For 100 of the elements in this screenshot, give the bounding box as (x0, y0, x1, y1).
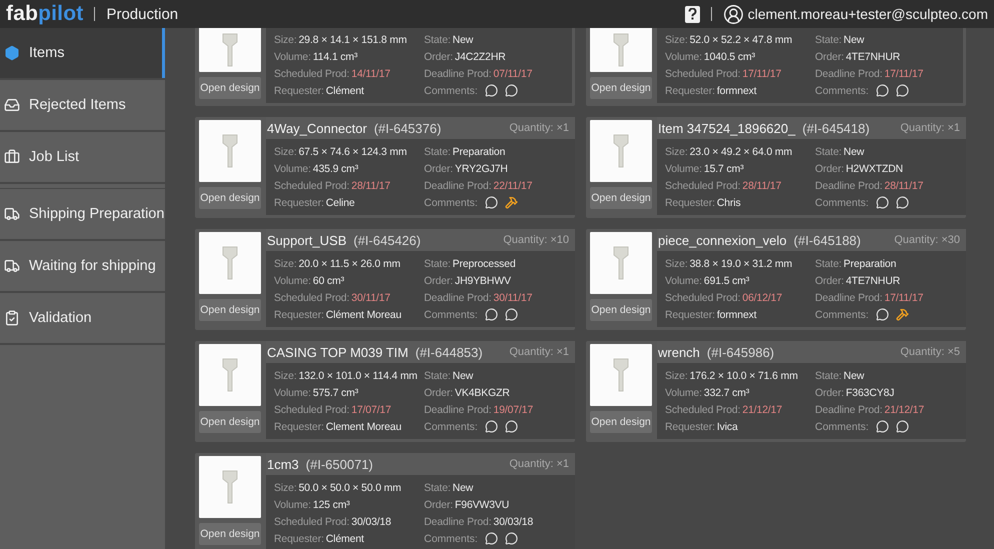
comment-icon[interactable] (876, 308, 889, 321)
item-id: (#I-645188) (794, 232, 861, 248)
comments-label: Comments: (424, 532, 478, 544)
detail-field: State: Preparation (815, 255, 962, 272)
comments-label: Comments: (815, 308, 869, 320)
detail-field: Requester: formnext (665, 306, 815, 323)
item-id: (#I-650071) (306, 456, 374, 472)
comment-icon[interactable] (504, 532, 518, 545)
item-quantity: Quantity: ×1 (509, 122, 569, 134)
hammer-icon[interactable] (896, 308, 909, 321)
logo: fabpilot (6, 2, 84, 26)
help-icon[interactable] (684, 6, 700, 22)
detail-field: Order: H2WXTZDN (815, 160, 962, 177)
detail-field: Size: 67.5 × 74.6 × 124.3 mm (274, 143, 424, 160)
sidebar-item-icon (4, 45, 20, 61)
detail-field: Deadline Prod: 17/11/17 (815, 289, 962, 306)
item-quantity: Quantity: ×30 (894, 234, 960, 246)
detail-field: Deadline Prod: 17/11/17 (815, 65, 959, 82)
sidebar-item[interactable]: Items (0, 28, 165, 80)
open-design-button[interactable]: Open design (199, 299, 261, 321)
comments-label: Comments: (815, 420, 869, 432)
detail-field: Order: F96VW3VU (424, 496, 571, 513)
detail-field: Order: F363CY8J (815, 384, 962, 401)
comment-icon[interactable] (896, 196, 909, 209)
comments-label: Comments: (424, 308, 478, 320)
item-quantity: Quantity: ×1 (509, 458, 569, 470)
detail-field: State: New (424, 31, 568, 48)
open-design-button[interactable]: Open design (590, 77, 652, 99)
user-avatar-icon[interactable] (722, 4, 744, 24)
detail-field: Deadline Prod: 22/11/17 (424, 177, 571, 194)
detail-field: Size: 38.8 × 19.0 × 31.2 mm (665, 255, 815, 272)
detail-field: Size: 132.0 × 101.0 × 114.4 mm (274, 367, 424, 384)
detail-field: Size: 52.0 × 52.2 × 47.8 mm (665, 31, 815, 48)
comment-icon[interactable] (896, 420, 909, 433)
comment-icon[interactable] (876, 196, 889, 209)
detail-field: Requester: Celine (274, 194, 424, 211)
item-name: wrench (658, 344, 700, 360)
detail-field: Order: 4TE7NHUR (815, 272, 962, 289)
sidebar-item-icon (4, 206, 20, 222)
open-design-button[interactable]: Open design (199, 77, 261, 99)
detail-field: Scheduled Prod: 14/11/17 (274, 65, 424, 82)
detail-field: Volume: 15.7 cm³ (665, 160, 815, 177)
item-id: (#I-645418) (802, 120, 870, 136)
detail-field: Size: 29.8 × 14.1 × 151.8 mm (274, 31, 424, 48)
detail-field: Requester: formnext (665, 82, 815, 99)
item-quantity: Quantity: ×1 (900, 122, 960, 134)
detail-field: Requester: Clément (274, 82, 424, 99)
item-quantity: Quantity: ×5 (900, 346, 960, 358)
sidebar-item-icon (4, 149, 20, 165)
detail-field: Size: 20.0 × 11.5 × 26.0 mm (274, 255, 424, 272)
detail-field: Scheduled Prod: 06/12/17 (665, 289, 815, 306)
comment-icon[interactable] (504, 420, 518, 433)
detail-field: State: Preprocessed (424, 255, 571, 272)
sidebar-item-icon (4, 310, 20, 326)
comment-icon[interactable] (484, 532, 498, 545)
detail-field: Order: VK4BKGZR (424, 384, 571, 401)
detail-field: Deadline Prod: 28/11/17 (815, 177, 962, 194)
detail-field: Volume: 114.1 cm³ (274, 48, 424, 65)
item-quantity: Quantity: ×1 (509, 346, 569, 358)
detail-field: Deadline Prod: 30/11/17 (424, 289, 571, 306)
item-quantity: Quantity: ×10 (503, 234, 569, 246)
detail-field: Size: 176.2 × 10.0 × 71.6 mm (665, 367, 815, 384)
detail-field: Volume: 435.9 cm³ (274, 160, 424, 177)
open-design-button[interactable]: Open design (590, 411, 652, 433)
detail-field: Requester: Clément (274, 530, 424, 547)
detail-field: State: Preparation (424, 143, 571, 160)
detail-field: State: New (424, 479, 571, 496)
hammer-icon[interactable] (504, 196, 518, 209)
comment-icon[interactable] (876, 420, 889, 433)
section-title: Production (106, 6, 178, 22)
sidebar-item[interactable]: Shipping Preparation (0, 188, 165, 241)
item-name: CASING TOP M039 TIM (267, 344, 408, 360)
detail-field: Order: J4C2Z2HR (424, 48, 568, 65)
open-design-button[interactable]: Open design (199, 411, 261, 433)
detail-field: Deadline Prod: 30/03/18 (424, 513, 571, 530)
comment-icon[interactable] (504, 308, 518, 321)
open-design-button[interactable]: Open design (199, 523, 261, 545)
comment-icon[interactable] (484, 196, 498, 209)
comments-label: Comments: (815, 84, 869, 96)
detail-field: Order: 4TE7NHUR (815, 48, 959, 65)
open-design-button[interactable]: Open design (590, 187, 652, 209)
comment-icon[interactable] (896, 84, 909, 97)
item-name: Support_USB (267, 232, 346, 248)
detail-field: Volume: 60 cm³ (274, 272, 424, 289)
open-design-button[interactable]: Open design (199, 187, 261, 209)
comment-icon[interactable] (484, 84, 498, 97)
item-name: 4Way_Connector (267, 120, 367, 136)
comment-icon[interactable] (876, 84, 889, 97)
comment-icon[interactable] (504, 84, 518, 97)
user-email[interactable]: clement.moreau+tester@sculpteo.com (748, 6, 988, 22)
detail-field: Scheduled Prod: 28/11/17 (274, 177, 424, 194)
comment-icon[interactable] (484, 308, 498, 321)
open-design-button[interactable]: Open design (590, 299, 652, 321)
detail-field: Scheduled Prod: 30/03/18 (274, 513, 424, 530)
detail-field: Scheduled Prod: 17/11/17 (665, 65, 815, 82)
comment-icon[interactable] (484, 420, 498, 433)
item-id: (#I-645376) (374, 120, 442, 136)
detail-field: State: New (815, 143, 962, 160)
detail-field: Size: 23.0 × 49.2 × 64.0 mm (665, 143, 815, 160)
detail-field: Size: 50.0 × 50.0 × 50.0 mm (274, 479, 424, 496)
